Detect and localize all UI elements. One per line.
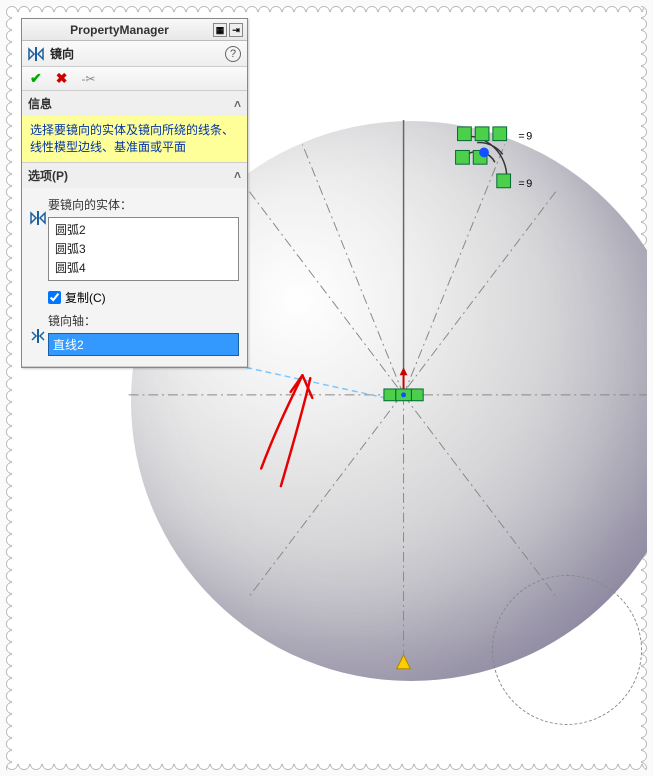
list-item[interactable]: 圆弧2 — [51, 220, 236, 239]
keep-visible-button[interactable]: -✂ — [81, 72, 95, 86]
options-header[interactable]: 选项(P) ˄ — [22, 163, 247, 188]
svg-text:9: 9 — [526, 131, 532, 143]
info-section: 信息 ˄ 选择要镜向的实体及镜向所绕的线条、线性模型边线、基准面或平面 — [22, 91, 247, 163]
mirror-icon — [28, 46, 44, 62]
panel-layout-icon[interactable]: ▦ — [213, 23, 227, 37]
panel-titlebar: PropertyManager ▦ ⇥ — [22, 19, 247, 41]
chevron-up-icon: ˄ — [234, 97, 241, 111]
info-header[interactable]: 信息 ˄ — [22, 91, 247, 116]
panel-title: PropertyManager — [26, 23, 213, 37]
list-item[interactable]: 圆弧4 — [51, 258, 236, 277]
axis-selection-box[interactable]: 直线2 — [48, 333, 239, 356]
panel-pin-icon[interactable]: ⇥ — [229, 23, 243, 37]
command-name: 镜向 — [50, 45, 219, 62]
copy-label: 复制(C) — [65, 289, 106, 306]
list-item[interactable]: 圆弧3 — [51, 239, 236, 258]
eq-label-1: = — [518, 131, 524, 143]
mirror-axis-icon — [30, 328, 46, 344]
entities-listbox[interactable]: 圆弧2 圆弧3 圆弧4 — [48, 217, 239, 281]
action-row: ✔ ✖ -✂ — [22, 67, 247, 91]
info-text: 选择要镜向的实体及镜向所绕的线条、线性模型边线、基准面或平面 — [22, 116, 247, 162]
axis-label: 镜向轴： — [48, 312, 239, 329]
copy-checkbox[interactable] — [48, 291, 61, 304]
command-header: 镜向 ? — [22, 41, 247, 67]
help-button[interactable]: ? — [225, 46, 241, 62]
chevron-up-icon: ˄ — [234, 168, 241, 182]
options-section: 选项(P) ˄ 要镜向的实体： 圆弧2 圆弧3 圆弧4 复制(C) — [22, 163, 247, 367]
entities-label: 要镜向的实体： — [48, 196, 239, 213]
axis-value: 直线2 — [53, 338, 84, 352]
options-header-label: 选项(P) — [28, 167, 68, 184]
ok-button[interactable]: ✔ — [30, 70, 42, 87]
info-header-label: 信息 — [28, 95, 52, 112]
small-sphere-sketch — [492, 575, 642, 725]
cancel-button[interactable]: ✖ — [56, 70, 68, 87]
property-manager-panel: PropertyManager ▦ ⇥ 镜向 ? ✔ ✖ -✂ 信息 ˄ — [21, 18, 248, 368]
mirror-entities-icon — [30, 210, 46, 226]
